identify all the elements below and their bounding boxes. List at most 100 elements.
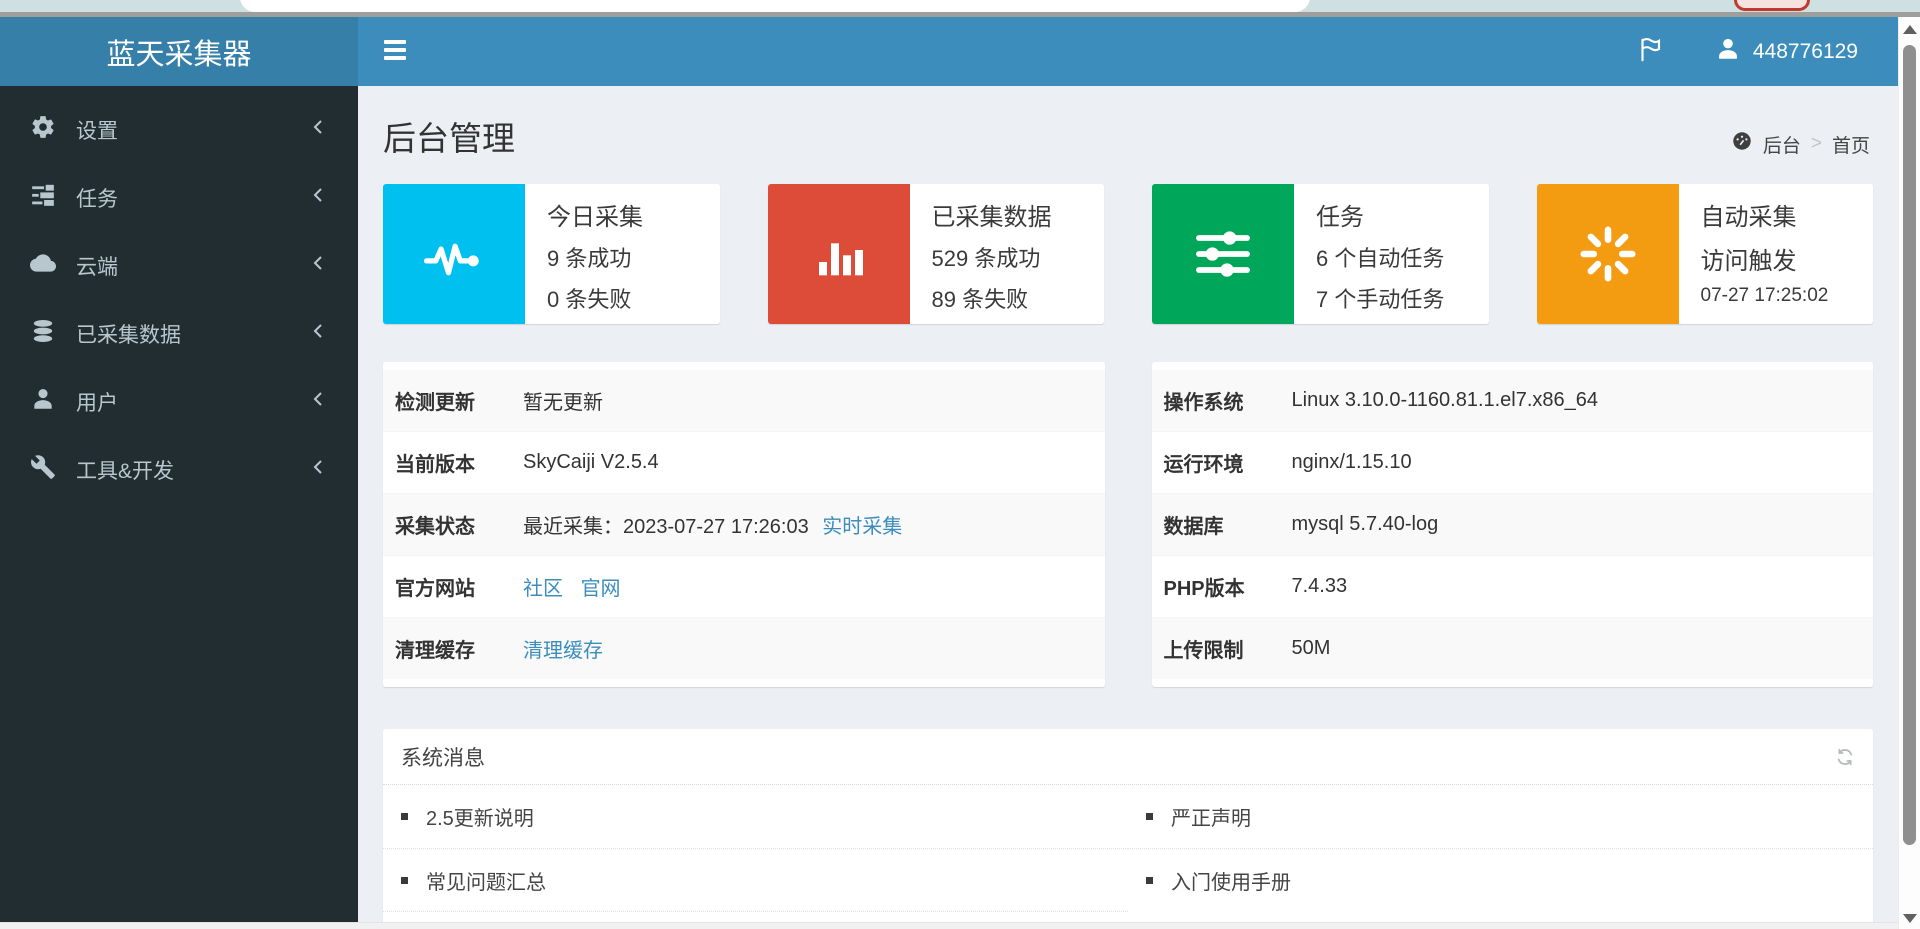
spinner-icon bbox=[1536, 184, 1679, 324]
row-value: 50M bbox=[1279, 617, 1873, 679]
breadcrumb: 后台 > 首页 bbox=[1731, 130, 1870, 158]
info-box-auto-collect: 自动采集 访问触发 07-27 17:25:02 bbox=[1536, 184, 1873, 324]
sidebar-item-label: 用户 bbox=[76, 392, 118, 415]
pulse-icon bbox=[383, 184, 525, 324]
cloud-icon bbox=[30, 250, 56, 282]
row-label: 运行环境 bbox=[1151, 431, 1280, 494]
username: 448776129 bbox=[1752, 39, 1858, 63]
sidebar-item-users[interactable]: 用户 bbox=[0, 368, 358, 436]
database-icon bbox=[30, 318, 56, 350]
table-row: 运行环境 nginx/1.15.10 bbox=[1151, 431, 1873, 494]
info-box-line: 7 个手动任务 bbox=[1316, 287, 1445, 312]
message-label: 入门使用手册 bbox=[1171, 871, 1291, 894]
table-row: 上传限制 50M bbox=[1151, 617, 1873, 679]
info-box-title: 自动采集 bbox=[1700, 204, 1797, 231]
community-link[interactable]: 社区 bbox=[523, 578, 563, 600]
horizontal-scrollbar[interactable] bbox=[0, 922, 1898, 929]
bullet-icon bbox=[1146, 813, 1153, 820]
info-box-line: 529 条成功 bbox=[931, 246, 1041, 271]
info-box-line: 89 条失败 bbox=[931, 287, 1029, 312]
row-value: 7.4.33 bbox=[1279, 555, 1873, 618]
table-row: 采集状态 最近采集：2023-07-27 17:26:03 实时采集 bbox=[383, 493, 1105, 556]
sidebar-item-settings[interactable]: 设置 bbox=[0, 96, 358, 164]
breadcrumb-separator: > bbox=[1810, 133, 1822, 154]
table-row: PHP版本 7.4.33 bbox=[1151, 555, 1873, 618]
breadcrumb-current: 首页 bbox=[1831, 135, 1870, 157]
table-row: 数据库 mysql 5.7.40-log bbox=[1151, 493, 1873, 556]
row-value: Linux 3.10.0-1160.81.1.el7.x86_64 bbox=[1291, 389, 1599, 411]
chevron-left-icon bbox=[310, 118, 326, 142]
navbar: 448776129 bbox=[358, 17, 1898, 86]
chevron-left-icon bbox=[310, 390, 326, 414]
info-box-line: 0 条失败 bbox=[547, 287, 632, 312]
table-row: 检测更新 暂无更新 bbox=[383, 370, 1105, 432]
refresh-icon[interactable] bbox=[1835, 747, 1855, 773]
message-label: 常见问题汇总 bbox=[426, 871, 546, 894]
sliders-icon bbox=[1152, 184, 1294, 324]
chevron-left-icon bbox=[310, 458, 326, 482]
wrench-icon bbox=[30, 454, 56, 486]
realtime-collect-link[interactable]: 实时采集 bbox=[822, 516, 902, 538]
vertical-scrollbar-thumb[interactable] bbox=[1903, 45, 1916, 845]
hamburger-menu-icon[interactable] bbox=[384, 40, 406, 62]
info-box-today-collect: 今日采集 9 条成功 0 条失败 bbox=[383, 184, 720, 324]
info-box-line: 访问触发 bbox=[1700, 248, 1797, 275]
table-row: 当前版本 SkyCaiji V2.5.4 bbox=[383, 431, 1105, 494]
bullet-icon bbox=[401, 876, 408, 884]
message-item[interactable]: 2.5更新说明 bbox=[383, 785, 1128, 848]
message-item[interactable]: 入门使用手册 bbox=[1128, 848, 1873, 911]
flag-icon[interactable] bbox=[1635, 34, 1665, 69]
row-label: 上传限制 bbox=[1151, 617, 1280, 679]
logo[interactable]: 蓝天采集器 bbox=[0, 17, 358, 86]
bullet-icon bbox=[1146, 876, 1153, 884]
sidebar-item-label: 工具&开发 bbox=[76, 460, 175, 483]
vertical-scrollbar bbox=[1898, 17, 1920, 929]
page-title: 后台管理 bbox=[383, 120, 515, 157]
bullet-icon bbox=[401, 813, 408, 820]
row-label: 当前版本 bbox=[383, 431, 511, 494]
chevron-left-icon bbox=[310, 254, 326, 278]
sidebar-item-label: 设置 bbox=[76, 120, 118, 143]
clear-cache-link[interactable]: 清理缓存 bbox=[523, 640, 603, 662]
row-label: 数据库 bbox=[1151, 493, 1280, 556]
row-label: 官方网站 bbox=[383, 555, 511, 618]
info-box-line: 9 条成功 bbox=[547, 246, 632, 271]
system-panels: 检测更新 暂无更新 当前版本 SkyCaiji V2.5.4 采集状态 最近采集… bbox=[383, 362, 1873, 687]
browser-omnibox bbox=[240, 0, 1310, 12]
message-item[interactable]: 服务器学生福利 bbox=[383, 911, 1128, 922]
messages-left-column: 2.5更新说明 常见问题汇总 服务器学生福利 bbox=[383, 785, 1128, 922]
bar-chart-icon bbox=[767, 184, 910, 324]
main-content: 后台管理 后台 > 首页 今日采集 9 条成功 0 条失败 已采集数据 529 … bbox=[358, 86, 1898, 922]
row-value: nginx/1.15.10 bbox=[1279, 431, 1873, 494]
environment-panel: 操作系统 Linux 3.10.0-1160.81.1.el7.x86_64 运… bbox=[1151, 362, 1873, 687]
message-item[interactable]: 常见问题汇总 bbox=[383, 848, 1128, 911]
sidebar-item-label: 云端 bbox=[76, 256, 118, 279]
user-menu[interactable]: 448776129 bbox=[1715, 36, 1858, 68]
sidebar-item-collected-data[interactable]: 已采集数据 bbox=[0, 300, 358, 368]
chevron-left-icon bbox=[310, 322, 326, 346]
info-box-line: 07-27 17:25:02 bbox=[1700, 285, 1829, 306]
scroll-down-arrow-icon[interactable] bbox=[1903, 914, 1917, 923]
user-icon bbox=[1715, 36, 1741, 68]
red-highlight bbox=[1734, 0, 1810, 11]
message-label: 2.5更新说明 bbox=[426, 808, 534, 830]
info-box-title: 今日采集 bbox=[547, 204, 643, 231]
sidebar-item-tools-dev[interactable]: 工具&开发 bbox=[0, 436, 358, 504]
table-row: 操作系统 Linux 3.10.0-1160.81.1.el7.x86_64 bbox=[1151, 370, 1873, 432]
official-site-link[interactable]: 官网 bbox=[581, 578, 621, 600]
message-item[interactable]: 严正声明 bbox=[1128, 785, 1873, 848]
scroll-up-arrow-icon[interactable] bbox=[1903, 25, 1917, 34]
update-panel: 检测更新 暂无更新 当前版本 SkyCaiji V2.5.4 采集状态 最近采集… bbox=[383, 362, 1105, 687]
sidebar-item-label: 任务 bbox=[76, 188, 118, 211]
info-box-line: 6 个自动任务 bbox=[1316, 246, 1445, 271]
person-icon bbox=[30, 386, 56, 418]
info-boxes: 今日采集 9 条成功 0 条失败 已采集数据 529 条成功 89 条失败 任务… bbox=[383, 184, 1873, 324]
gear-icon bbox=[30, 114, 56, 146]
sidebar-item-tasks[interactable]: 任务 bbox=[0, 164, 358, 232]
breadcrumb-root[interactable]: 后台 bbox=[1763, 131, 1801, 158]
info-box-title: 任务 bbox=[1316, 204, 1364, 231]
chevron-left-icon bbox=[310, 186, 326, 210]
row-value: 最近采集：2023-07-27 17:26:03 bbox=[523, 516, 809, 538]
header: 蓝天采集器 448776129 bbox=[0, 17, 1920, 86]
sidebar-item-cloud[interactable]: 云端 bbox=[0, 232, 358, 300]
